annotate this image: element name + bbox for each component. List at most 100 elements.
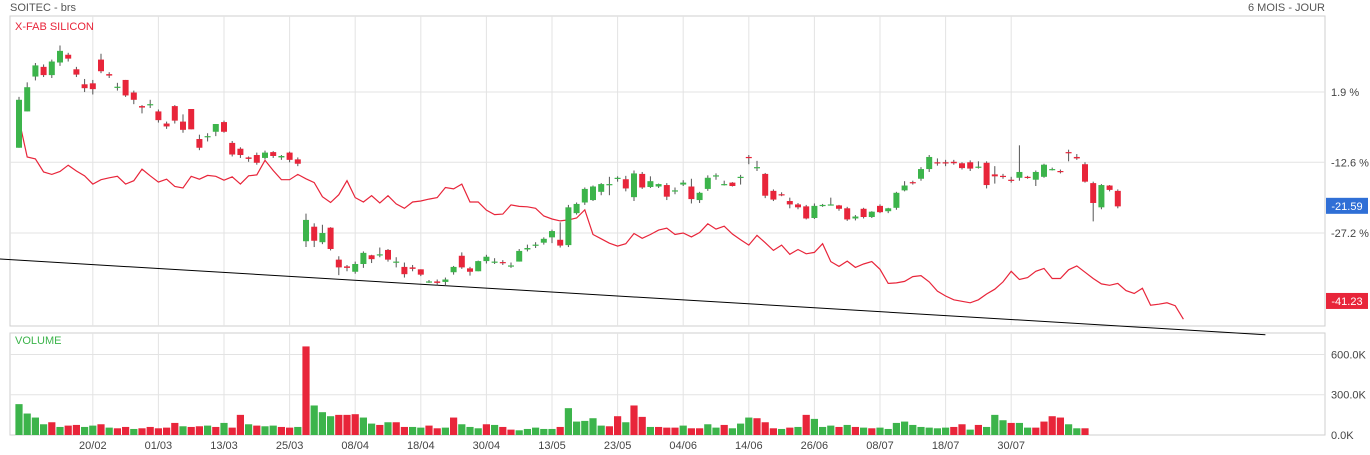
candle-up [1032, 171, 1039, 180]
volume-bar-up [860, 427, 868, 435]
volume-bar-down [212, 426, 220, 435]
volume-bar-down [614, 416, 622, 435]
volume-bar-down [236, 414, 244, 435]
volume-bar-down [786, 427, 794, 435]
volume-bar-up [1073, 428, 1081, 435]
x-tick-label: 01/03 [145, 440, 173, 452]
candle-down [139, 106, 145, 108]
candle-down [163, 123, 170, 127]
candle-up [516, 250, 523, 262]
volume-y-tick-label: 600.0K [1331, 349, 1367, 361]
candle-up [16, 99, 22, 148]
x-tick-label: 18/04 [407, 440, 435, 452]
candle-up [532, 244, 539, 246]
volume-bar-down [507, 429, 515, 435]
volume-bar-down [950, 426, 958, 435]
volume-bar-down [97, 424, 105, 435]
candle-up [672, 190, 678, 192]
volume-bar-up [204, 425, 212, 435]
volume-bar-up [56, 426, 64, 435]
volume-bar-down [228, 427, 236, 435]
x-tick-label: 26/06 [801, 440, 829, 452]
x-tick-label: 18/07 [932, 440, 960, 452]
candle-down [950, 161, 957, 164]
candle-up [540, 238, 547, 243]
candle-up [319, 233, 326, 243]
candle-up [508, 265, 514, 267]
candle-up [57, 50, 63, 63]
volume-bar-down [671, 427, 679, 435]
volume-bar-down [720, 424, 728, 435]
volume-bar-up [548, 428, 556, 435]
volume-bar-up [89, 425, 97, 435]
volume-bar-down [958, 424, 966, 435]
chart-svg: 20/02 01/03 13/03 25/03 08/04 18/04 30/04 13/05… [0, 15, 1369, 452]
candle-down [729, 182, 736, 187]
volume-bar-up [966, 429, 974, 435]
x-tick-label: 14/06 [735, 440, 763, 452]
volume-bar-down [1040, 421, 1048, 435]
volume-bar-up [901, 421, 909, 435]
candle-down [1090, 183, 1097, 203]
candle-down [860, 208, 867, 218]
x-tick-label: 13/03 [210, 440, 238, 452]
candle-down [81, 84, 88, 89]
candle-down [1000, 175, 1006, 178]
volume-bar-up [540, 428, 548, 435]
candle-up [1098, 185, 1105, 208]
candle-down [155, 111, 162, 121]
volume-bar-down [630, 405, 638, 435]
volume-bar-up [794, 426, 802, 435]
volume-bar-up [466, 426, 474, 435]
volume-bar-up [819, 426, 827, 435]
candle-down [327, 227, 334, 249]
volume-bar-up [983, 426, 991, 435]
candle-down [40, 66, 47, 76]
candle-up [48, 61, 55, 76]
volume-bar-down [1007, 422, 1015, 435]
candle-up [975, 166, 982, 168]
volume-bar-down [154, 428, 162, 435]
candle-down [1057, 171, 1064, 173]
candle-up [811, 205, 818, 218]
volume-bar-up [1024, 427, 1032, 435]
candle-down [745, 156, 752, 159]
candle-up [918, 169, 924, 179]
candle-down [65, 54, 72, 59]
candle-down [959, 163, 965, 169]
volume-bar-down [376, 424, 384, 435]
volume-bar-down [400, 426, 408, 435]
candle-down [237, 148, 244, 156]
candle-up [483, 256, 490, 262]
volume-bar-down [171, 422, 179, 435]
volume-bar-up [704, 424, 712, 435]
volume-bar-down [113, 428, 121, 435]
candle-down [1114, 190, 1121, 207]
volume-bar-up [384, 422, 392, 435]
candle-down [762, 173, 769, 196]
candle-up [303, 219, 309, 242]
candle-down [196, 139, 203, 148]
volume-bar-down [286, 427, 294, 435]
candle-up [475, 261, 482, 272]
candle-up [885, 208, 892, 212]
candle-down [688, 186, 695, 200]
volume-bar-up [728, 428, 736, 435]
candle-down [458, 255, 465, 268]
volume-bar-up [294, 426, 302, 435]
volume-bar-up [778, 428, 786, 435]
volume-bar-up [581, 420, 589, 435]
x-tick-label: 08/04 [341, 440, 369, 452]
candle-up [426, 281, 432, 283]
volume-bar-up [31, 417, 39, 435]
candle-up [212, 124, 219, 132]
candle-down [844, 208, 851, 220]
candle-up [278, 155, 285, 158]
volume-bar-down [974, 424, 982, 435]
candle-down [499, 262, 506, 264]
volume-bar-up [1065, 424, 1073, 435]
volume-bar-down [163, 427, 171, 435]
volume-bar-up [745, 417, 753, 435]
volume-bar-down [450, 417, 458, 435]
candle-up [819, 204, 826, 207]
